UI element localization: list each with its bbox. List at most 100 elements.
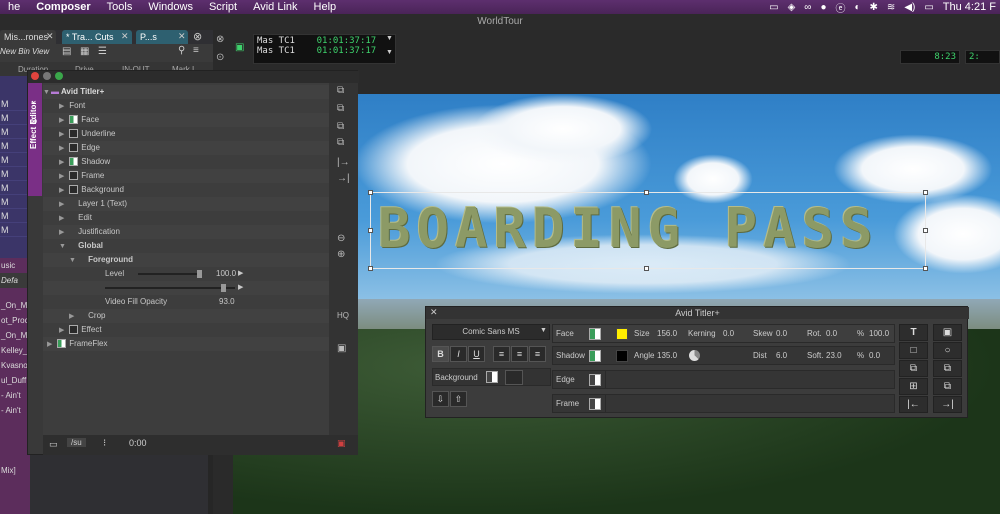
goto-start-icon[interactable]: |→: [337, 157, 350, 168]
bluetooth-icon[interactable]: ✱: [870, 2, 878, 13]
options-icon[interactable]: ⊙: [216, 52, 224, 63]
shadow-color-swatch[interactable]: [616, 350, 628, 362]
tree-item-face[interactable]: ▶ Face: [43, 113, 329, 127]
opacity-slider-track[interactable]: [105, 287, 235, 289]
enable-checkbox[interactable]: [69, 185, 79, 195]
list-item[interactable]: M: [0, 125, 30, 139]
menu-extra-icon[interactable]: ◈: [788, 2, 796, 13]
level-value[interactable]: 100.0: [216, 267, 236, 281]
menu-item-windows[interactable]: Windows: [140, 1, 201, 13]
tree-item-font[interactable]: ▶ Font: [43, 99, 329, 113]
face-toggle[interactable]: [589, 328, 601, 340]
menu-icon[interactable]: ≡: [193, 45, 199, 56]
enable-checkbox[interactable]: [69, 143, 79, 153]
close-icon[interactable]: ✕: [46, 31, 54, 42]
enable-checkbox[interactable]: [69, 129, 79, 139]
zoom-window-button[interactable]: [55, 72, 63, 80]
tree-item-effect[interactable]: ▶ Effect: [43, 323, 329, 337]
menu-item-tools[interactable]: Tools: [99, 1, 141, 13]
list-item[interactable]: M: [0, 167, 30, 181]
angle-dial-icon[interactable]: [689, 350, 700, 361]
list-item[interactable]: _On_M: [0, 298, 30, 313]
tree-item-global[interactable]: ▼ Global: [43, 239, 329, 253]
close-icon[interactable]: ✕: [430, 307, 438, 318]
distance-value[interactable]: 6.0: [776, 351, 787, 360]
creative-cloud-icon[interactable]: ∞: [804, 2, 811, 13]
search-icon[interactable]: ⚲: [178, 45, 185, 56]
tree-item-shadow[interactable]: ▶ Shadow: [43, 155, 329, 169]
list-item[interactable]: M: [0, 223, 30, 237]
user-icon[interactable]: ●: [820, 2, 826, 13]
footer-tab[interactable]: /su: [67, 438, 86, 447]
text-tool-icon[interactable]: T: [899, 324, 928, 341]
list-item[interactable]: - Ain't: [0, 403, 30, 418]
opacity-slider-handle[interactable]: [221, 284, 226, 292]
frame-toggle[interactable]: [589, 398, 601, 410]
list-item[interactable]: Mix]: [0, 463, 30, 478]
enable-checkbox[interactable]: [69, 157, 79, 167]
tree-item-layer[interactable]: ▶ Layer 1 (Text): [43, 197, 329, 211]
align-right-icon[interactable]: ≡: [529, 346, 546, 362]
volume-icon[interactable]: ◀): [904, 2, 915, 13]
align-left-icon[interactable]: ≡: [493, 346, 510, 362]
chevron-down-icon[interactable]: ▼: [540, 327, 547, 334]
percent-value[interactable]: 100.0: [869, 329, 889, 338]
currency-icon[interactable]: ⓔ: [835, 0, 845, 15]
chevron-right-icon[interactable]: ▶: [238, 267, 243, 281]
group-icon[interactable]: ⊞: [899, 378, 928, 395]
softness-value[interactable]: 23.0: [826, 351, 842, 360]
enable-checkbox[interactable]: [57, 339, 67, 349]
list-item[interactable]: M: [0, 181, 30, 195]
chevron-down-icon[interactable]: ▼: [386, 35, 393, 42]
menu-item-help[interactable]: Help: [306, 1, 345, 13]
stack-icon[interactable]: ⧉: [337, 121, 344, 132]
list-item[interactable]: Kvasnov: [0, 358, 30, 373]
angle-value[interactable]: 135.0: [657, 351, 677, 360]
list-item[interactable]: ot_Proc: [0, 313, 30, 328]
ellipse-tool-icon[interactable]: ○: [933, 342, 962, 359]
layers-icon[interactable]: ⧉: [337, 137, 344, 148]
align-end-icon[interactable]: →|: [933, 396, 962, 413]
percent-value[interactable]: 0.0: [869, 351, 880, 360]
tree-item-frame[interactable]: ▶ Frame: [43, 169, 329, 183]
enable-checkbox[interactable]: [69, 115, 79, 125]
size-value[interactable]: 156.0: [657, 329, 677, 338]
enable-checkbox[interactable]: [69, 325, 79, 335]
hq-icon[interactable]: HQ: [337, 311, 349, 320]
resize-handle[interactable]: [923, 190, 928, 195]
send-backward-icon[interactable]: ⧉: [933, 360, 962, 377]
copy-icon[interactable]: ⧉: [337, 85, 344, 96]
list-item[interactable]: ul_Duff: [0, 373, 30, 388]
text-down-icon[interactable]: ⇩: [432, 391, 449, 407]
rectangle-tool-icon[interactable]: □: [899, 342, 928, 359]
goto-end-icon[interactable]: →|: [337, 173, 350, 184]
list-item[interactable]: M: [0, 111, 30, 125]
list-item[interactable]: M: [0, 195, 30, 209]
enable-checkbox[interactable]: [69, 171, 79, 181]
underline-button[interactable]: U: [468, 346, 485, 362]
tree-item-underline[interactable]: ▶ Underline: [43, 127, 329, 141]
shadow-toggle[interactable]: [589, 350, 601, 362]
monitor-icon[interactable]: ▣: [235, 42, 244, 53]
close-all-icon[interactable]: ⊗: [193, 30, 202, 43]
chevron-down-icon[interactable]: ▼: [386, 49, 393, 56]
ungroup-icon[interactable]: ⧉: [933, 378, 962, 395]
resize-handle[interactable]: [368, 266, 373, 271]
list-item[interactable]: [0, 418, 30, 433]
tree-item-crop[interactable]: ▶ Crop: [43, 309, 329, 323]
minimize-window-button[interactable]: [43, 72, 51, 80]
camera-icon[interactable]: ▭: [769, 2, 778, 13]
level-slider-track[interactable]: [138, 273, 200, 275]
align-center-icon[interactable]: ≡: [511, 346, 528, 362]
close-window-button[interactable]: [31, 72, 39, 80]
italic-button[interactable]: I: [450, 346, 467, 362]
resize-handle[interactable]: [644, 266, 649, 271]
face-color-swatch[interactable]: [616, 328, 628, 340]
battery-icon[interactable]: ▭: [924, 2, 933, 13]
resize-handle[interactable]: [368, 228, 373, 233]
background-toggle[interactable]: [486, 371, 498, 383]
menu-item-script[interactable]: Script: [201, 1, 245, 13]
list-item[interactable]: M: [0, 209, 30, 223]
kerning-value[interactable]: 0.0: [723, 329, 734, 338]
resize-handle[interactable]: [644, 190, 649, 195]
